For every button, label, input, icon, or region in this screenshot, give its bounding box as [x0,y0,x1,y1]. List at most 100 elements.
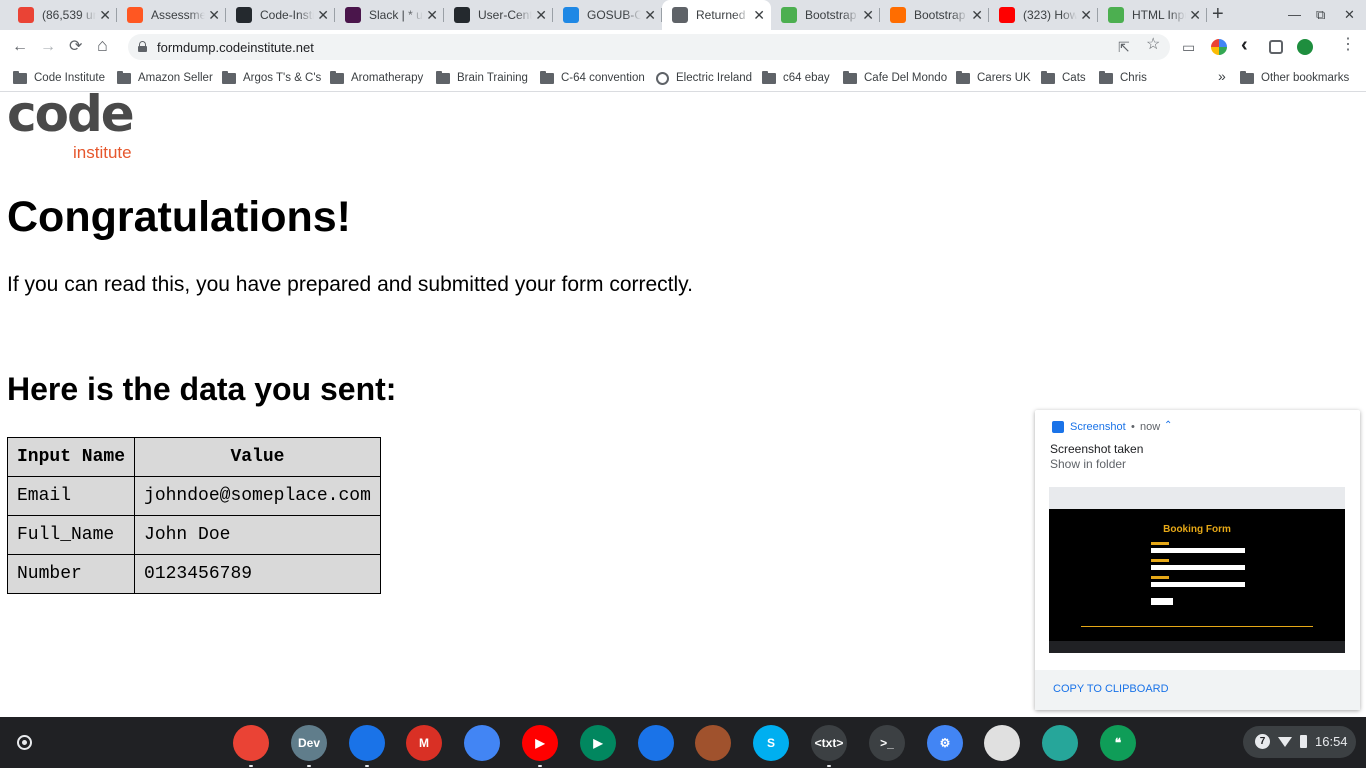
show-in-folder-link[interactable]: Show in folder [1050,457,1126,471]
tab[interactable]: Slack | * unread✕ [335,0,444,30]
close-window-icon[interactable]: ✕ [1344,7,1355,23]
tab[interactable]: User-Centric✕ [444,0,553,30]
close-tab-icon[interactable]: ✕ [644,7,656,23]
tab[interactable]: Assessment✕ [117,0,226,30]
close-tab-icon[interactable]: ✕ [99,7,111,23]
w3schools-icon [781,7,797,23]
scanner-app-icon[interactable] [984,725,1020,761]
thumbnail-label [1151,576,1169,579]
menu-icon[interactable]: ⋮ [1340,37,1356,53]
notification-footer: COPY TO CLIPBOARD [1035,670,1360,710]
tab[interactable]: HTML Input✕ [1098,0,1207,30]
column-header-value: Value [134,437,381,477]
files-app-icon[interactable] [349,725,385,767]
back-icon[interactable]: ← [12,38,28,56]
skype-app-icon[interactable]: S [753,725,789,761]
thumbnail-form-title: Booking Form [1163,524,1231,535]
tab[interactable]: Bootstrap ✕ [880,0,989,30]
tab-title: Returned Form [696,8,750,22]
bookmark-item[interactable]: Aromatherapy [330,69,423,87]
docs-app-icon[interactable] [464,725,500,761]
chrome-app-icon[interactable] [233,725,269,767]
bookmark-label: C-64 convention [561,72,645,84]
gmail-app-icon[interactable]: M [406,725,442,761]
tab[interactable]: Returned Form✕ [662,0,771,30]
column-header-input-name: Input Name [6,437,136,477]
messages-app-icon[interactable] [638,725,674,761]
data-heading: Here is the data you sent: [7,371,397,407]
youtube-app-icon[interactable]: ▶ [522,725,558,767]
folder-icon [330,70,344,84]
feather-app-icon[interactable] [1042,725,1078,761]
youtube-icon [999,7,1015,23]
thumbnail-label [1151,542,1169,545]
text-app-icon[interactable]: <txt> [811,725,847,767]
table-cell-value: johndoe@someplace.com [134,476,381,516]
bookmark-star-icon[interactable]: ☆ [1146,37,1160,53]
extension-cube-icon[interactable] [1269,40,1283,54]
restore-icon[interactable]: ⧉ [1316,7,1325,23]
close-tab-icon[interactable]: ✕ [753,7,765,23]
bookmark-item[interactable]: c64 ebay [762,69,830,87]
gmail-icon [18,7,34,23]
bookmark-item[interactable]: Cafe Del Mondo [843,69,947,87]
open-in-app-icon[interactable]: ⇱ [1118,39,1130,55]
hangouts-app-icon[interactable]: ❝ [1100,725,1136,761]
bootstrap-icon [890,7,906,23]
table-cell-input-name: Full_Name [6,515,136,555]
bookmark-item[interactable]: Brain Training [436,69,528,87]
close-tab-icon[interactable]: ✕ [317,7,329,23]
bookmark-item[interactable]: Argos T's & C's [222,69,321,87]
reload-icon[interactable]: ⟳ [69,38,82,56]
circle-logo-icon [127,7,143,23]
close-tab-icon[interactable]: ✕ [1080,7,1092,23]
cast-icon[interactable]: ▭ [1182,39,1195,55]
status-tray[interactable]: 7 16:54 [1243,726,1356,758]
tab[interactable]: (86,539 unread)✕ [8,0,117,30]
terminal-app-icon[interactable]: >_ [869,725,905,761]
battery-icon [1300,735,1307,748]
screenshot-notification[interactable]: Screenshot • now ⌃ Screenshot taken Show… [1035,410,1360,710]
w3schools-icon [1108,7,1124,23]
settings-app-icon[interactable]: ⚙ [927,725,963,761]
minimize-icon[interactable]: — [1288,7,1301,22]
close-tab-icon[interactable]: ✕ [535,7,547,23]
copy-to-clipboard-button[interactable]: COPY TO CLIPBOARD [1053,683,1169,695]
tab[interactable]: Bootstrap ✕ [771,0,880,30]
close-tab-icon[interactable]: ✕ [1189,7,1201,23]
chrome-dev-app-icon[interactable]: Dev [291,725,327,767]
extension-leaf-icon[interactable] [1297,39,1313,55]
more-bookmarks-icon[interactable]: » [1218,68,1226,84]
close-tab-icon[interactable]: ✕ [208,7,220,23]
collapse-chevron-icon[interactable]: ⌃ [1164,420,1172,431]
other-bookmarks[interactable]: Other bookmarks [1240,69,1349,87]
extension-arrow-icon[interactable]: ‹ [1241,35,1248,55]
play-store-app-icon[interactable]: ▶ [580,725,616,761]
forward-icon[interactable]: → [40,38,56,56]
notification-separator: • [1131,421,1135,433]
bookmark-label: Chris [1120,72,1147,84]
close-tab-icon[interactable]: ✕ [862,7,874,23]
bookmark-item[interactable]: Cats [1041,69,1086,87]
coffee-app-icon[interactable] [695,725,731,761]
tab[interactable]: (323) How ✕ [989,0,1098,30]
notification-title: Screenshot taken [1050,442,1144,456]
launcher-icon[interactable] [17,735,32,750]
clock: 16:54 [1315,734,1348,749]
screenshot-thumbnail[interactable]: Booking Form [1049,487,1345,653]
bookmark-item[interactable]: C-64 convention [540,69,645,87]
close-tab-icon[interactable]: ✕ [971,7,983,23]
tab-strip: (86,539 unread)✕Assessment✕Code-Institut… [0,0,1366,30]
close-tab-icon[interactable]: ✕ [426,7,438,23]
bookmark-item[interactable]: Chris [1099,69,1147,87]
tab[interactable]: GOSUB-C64✕ [553,0,662,30]
tab[interactable]: Code-Institute✕ [226,0,335,30]
bookmark-item[interactable]: Electric Ireland [656,69,752,87]
url-text[interactable]: formdump.codeinstitute.net [157,40,314,55]
table-cell-value: 0123456789 [134,554,381,594]
extension-color-icon[interactable] [1211,39,1227,55]
home-icon[interactable]: ⌂ [97,36,108,54]
bookmark-item[interactable]: Carers UK [956,69,1031,87]
new-tab-icon[interactable]: + [1212,4,1224,24]
address-bar[interactable]: formdump.codeinstitute.net ⇱ ☆ [128,34,1170,60]
